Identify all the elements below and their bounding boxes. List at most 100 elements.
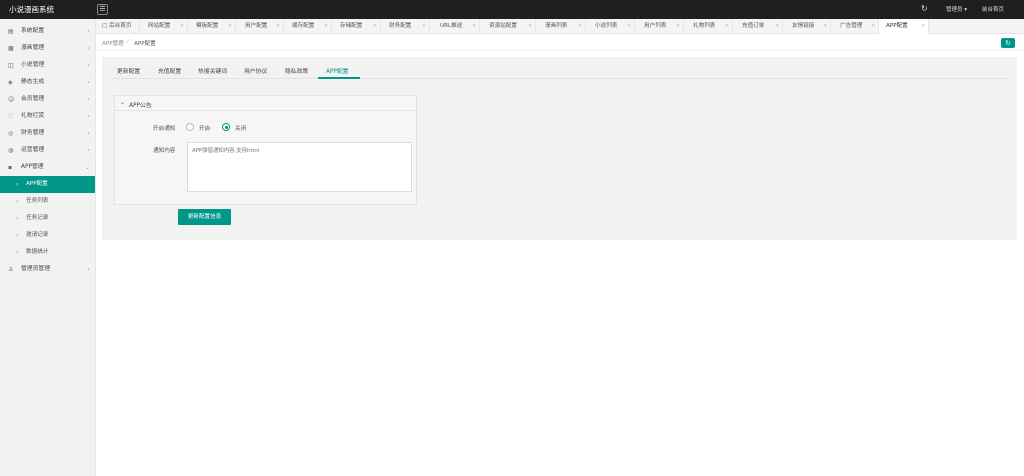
sidebar-item-gifts[interactable]: ♡ 礼物打赏 ‹ [0, 108, 95, 125]
sidebar-item-system-config[interactable]: ▤ 系统配置 ‹ [0, 23, 95, 40]
tab-label: 存储配置 [340, 23, 363, 29]
sidebar-subitem-task-list[interactable]: › 任务列表 [0, 193, 95, 210]
card-title: APP公告 [129, 103, 152, 109]
sidebar: ▤ 系统配置 ‹ ▦ 漫画管理 ‹ ◫ 小说管理 ‹ ◈ 静态生成 ‹ ☺ 会员… [0, 19, 96, 476]
subtab-divider [110, 78, 1010, 79]
tab-recharge-orders[interactable]: 充值订单 × [733, 19, 783, 34]
sidebar-item-operations[interactable]: ◍ 运营管理 ‹ [0, 142, 95, 159]
chevron-down-icon[interactable]: ⌄ [120, 99, 125, 106]
refresh-button[interactable]: ↻ [1001, 38, 1015, 48]
subtab-update-config[interactable]: 更新配置 [117, 66, 140, 75]
close-icon[interactable]: × [276, 19, 280, 34]
close-icon[interactable]: × [676, 19, 680, 34]
chevron-right-icon: › [16, 232, 19, 239]
close-icon[interactable]: × [180, 19, 184, 34]
subtab-recharge-config[interactable]: 充值配置 [158, 66, 181, 75]
globe-icon: ◍ [8, 147, 14, 154]
frontend-link[interactable]: 前台首页 [982, 5, 1004, 13]
sidebar-item-label: 财务管理 [21, 130, 45, 136]
save-config-button[interactable]: 更新配置信息 [178, 209, 231, 225]
close-icon[interactable]: × [373, 19, 377, 34]
tab-label: 用户列表 [644, 23, 667, 29]
chevron-down-icon: ⌄ [84, 164, 90, 171]
tab-gift-list[interactable]: 礼物列表 × [684, 19, 733, 34]
sidebar-item-label: APP管理 [21, 164, 44, 170]
close-icon[interactable]: × [228, 19, 232, 34]
close-icon[interactable]: × [871, 19, 875, 34]
sidebar-item-finance[interactable]: ◎ 财务管理 ‹ [0, 125, 95, 142]
user-icon: ☺ [8, 96, 15, 103]
gift-icon: ♡ [8, 113, 14, 120]
tab-template-config[interactable]: 模板配置 × [188, 19, 236, 34]
sidebar-subitem-app-config[interactable]: › APP配置 [0, 176, 95, 193]
close-icon[interactable]: × [472, 19, 476, 34]
menu-toggle-icon[interactable]: ☰ [97, 4, 108, 15]
tab-label: 网站配置 [148, 23, 171, 29]
tab-finance-config[interactable]: 财务配置 × [381, 19, 430, 34]
breadcrumb-parent[interactable]: APP管理 [102, 39, 124, 47]
close-icon[interactable]: × [823, 19, 827, 34]
close-icon[interactable]: × [627, 19, 631, 34]
subtab-app-config[interactable]: APP配置 [326, 66, 349, 75]
tab-url-push[interactable]: URL推送 × [430, 19, 480, 34]
sidebar-item-app[interactable]: ▪ APP管理 ⌄ [0, 159, 95, 176]
tab-label: 礼物列表 [693, 23, 716, 29]
radio-on[interactable] [186, 123, 194, 131]
admin-dropdown[interactable]: 管理员 ▾ [946, 5, 967, 13]
sidebar-item-label: 小说管理 [21, 62, 45, 68]
close-icon[interactable]: × [775, 19, 779, 34]
sidebar-item-admins[interactable]: ♙ 管理员管理 ‹ [0, 261, 95, 278]
tab-ads[interactable]: 广告管理 × [831, 19, 879, 34]
tab-label: 模板配置 [196, 23, 219, 29]
chevron-right-icon: › [16, 215, 19, 222]
subtab-hot-keywords[interactable]: 热搜关键词 [198, 66, 227, 75]
sidebar-subitem-label: 任务记录 [26, 215, 49, 221]
radio-on-label[interactable]: 开启 [199, 124, 210, 132]
close-icon[interactable]: × [578, 19, 582, 34]
sidebar-item-static[interactable]: ◈ 静态生成 ‹ [0, 74, 95, 91]
sidebar-subitem-task-records[interactable]: › 任务记录 [0, 210, 95, 227]
chevron-right-icon: › [16, 249, 19, 256]
subtab-privacy-policy[interactable]: 隐私政策 [285, 66, 308, 75]
sidebar-subitem-label: 数据统计 [26, 249, 49, 255]
sidebar-subitem-invite-records[interactable]: › 邀请记录 [0, 227, 95, 244]
sidebar-item-comic[interactable]: ▦ 漫画管理 ‹ [0, 40, 95, 57]
close-icon[interactable]: × [422, 19, 426, 34]
tab-label: APP配置 [886, 23, 908, 29]
grid-icon: ▪ [8, 164, 13, 171]
chevron-left-icon: ‹ [87, 147, 90, 154]
subtab-active-indicator [318, 77, 360, 79]
tab-app-config[interactable]: APP配置 × [879, 19, 929, 34]
subtab-user-agreement[interactable]: 用户协议 [244, 66, 267, 75]
tab-site-config[interactable]: 网站配置 × [140, 19, 188, 34]
tab-user-config[interactable]: 用户配置 × [236, 19, 284, 34]
sidebar-item-novel[interactable]: ◫ 小说管理 ‹ [0, 57, 95, 74]
tab-storage-config[interactable]: 存储配置 × [332, 19, 381, 34]
chevron-left-icon: ‹ [87, 79, 90, 86]
tab-label: 小说列表 [595, 23, 618, 29]
notice-content-textarea[interactable] [187, 142, 412, 192]
sidebar-item-members[interactable]: ☺ 会员管理 ‹ [0, 91, 95, 108]
close-icon[interactable]: × [324, 19, 328, 34]
top-header: 小说漫画系统 ☰ ↻ 管理员 ▾ 前台首页 [0, 0, 1024, 19]
tab-cache-config[interactable]: 缓存配置 × [284, 19, 332, 34]
sidebar-subitem-stats[interactable]: › 数据统计 [0, 244, 95, 261]
close-icon[interactable]: × [921, 19, 925, 34]
tab-comic-list[interactable]: 漫画列表 × [536, 19, 586, 34]
refresh-icon[interactable]: ↻ [921, 4, 928, 13]
tab-user-list[interactable]: 用户列表 × [635, 19, 684, 34]
radio-off-label[interactable]: 关闭 [235, 124, 246, 132]
tab-novel-list[interactable]: 小说列表 × [586, 19, 635, 34]
close-icon[interactable]: × [528, 19, 532, 34]
tab-bar: ▢ 后台首页 网站配置 × 模板配置 × 用户配置 × 缓存配置 × 存储配置 × 财务配… [96, 19, 1024, 34]
tab-resource-config[interactable]: 资源站配置 × [480, 19, 536, 34]
tab-label: 广告管理 [840, 23, 863, 29]
book-icon: ◫ [8, 62, 14, 69]
tab-friend-links[interactable]: 友情链接 × [783, 19, 831, 34]
close-icon[interactable]: × [725, 19, 729, 34]
card-header[interactable]: ⌄ APP公告 [115, 96, 416, 111]
tab-dashboard[interactable]: ▢ 后台首页 [96, 19, 140, 34]
chevron-right-icon: › [16, 198, 19, 205]
radio-off[interactable] [222, 123, 230, 131]
sidebar-subitem-label: APP配置 [26, 181, 48, 187]
